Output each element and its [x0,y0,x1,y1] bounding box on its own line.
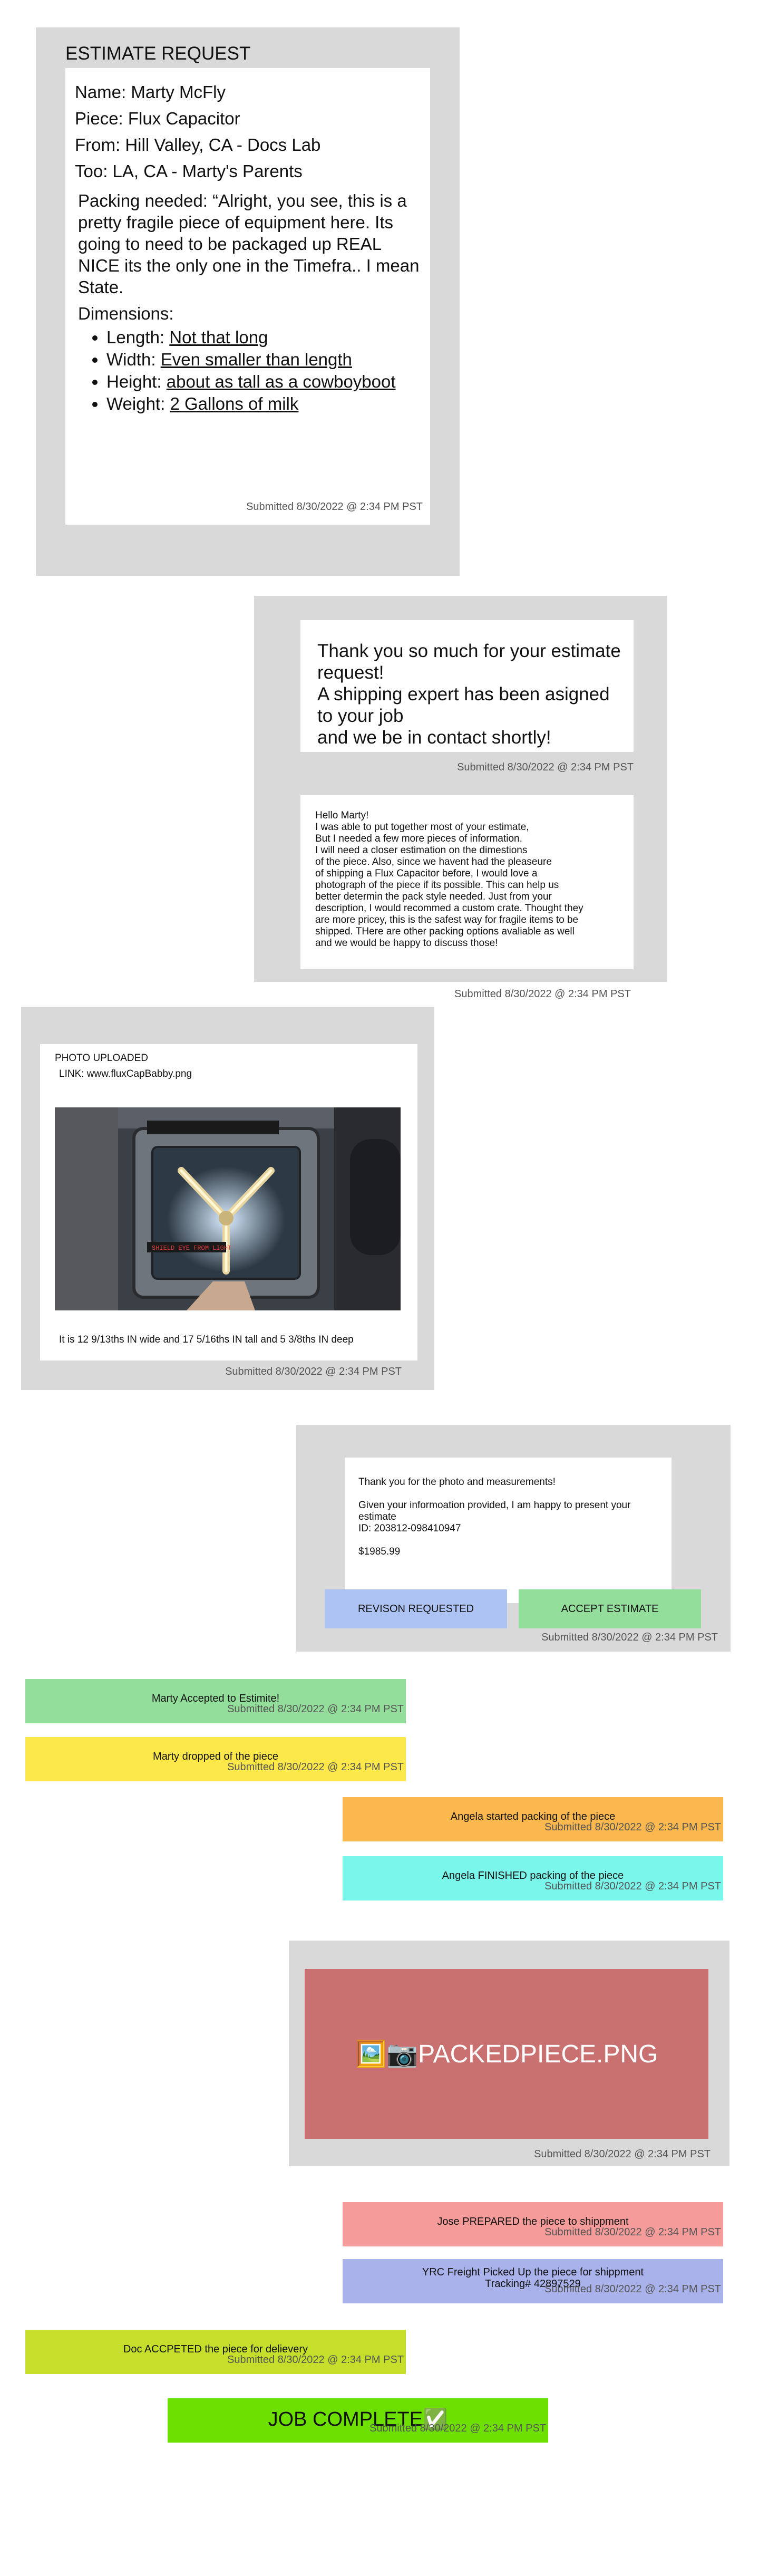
dimension-label: Length: [106,327,170,347]
destination-location: Too: LA, CA - Marty's Parents [75,161,303,181]
dimension-length: Length: Not that long [106,326,396,349]
dimension-width: Width: Even smaller than length [106,349,396,371]
timestamp: Submitted 8/30/2022 @ 2:34 PM PST [225,1366,402,1377]
packed-piece-card: 🖼️📷PACKEDPIECE.PNG Submitted 8/30/2022 @… [289,1941,729,2166]
photo-upload-body: PHOTO UPLOADED LINK: www.fluxCapBabby.pn… [40,1044,417,1361]
timestamp: Submitted 8/30/2022 @ 2:34 PM PST [227,2354,404,2366]
reply-card: Thank you so much for your estimate requ… [254,596,667,982]
packed-piece-filename: 🖼️📷PACKEDPIECE.PNG [355,2040,658,2068]
dimension-label: Width: [106,350,161,369]
dimension-value: Even smaller than length [160,350,352,369]
job-complete-banner: JOB COMPLETE✅ Submitted 8/30/2022 @ 2:34… [168,2398,548,2443]
dimensions-heading: Dimensions: [78,304,174,323]
dimension-label: Weight: [106,394,170,413]
dimension-weight: Weight: 2 Gallons of milk [106,393,396,415]
estimate-body: Thank you for the photo and measurements… [345,1458,672,1603]
estimate-card: Thank you for the photo and measurements… [296,1425,731,1652]
dimension-value: about as tall as a cowboyboot [166,372,396,391]
expert-message-box: Hello Marty! I was able to put together … [300,795,634,969]
timestamp: Submitted 8/30/2022 @ 2:34 PM PST [454,988,631,1000]
dimension-label: Height: [106,372,167,391]
status-banner: Marty Accepted to Estimite! Submitted 8/… [25,1679,406,1723]
estimate-request-body: Name: Marty McFly Piece: Flux Capacitor … [65,68,430,525]
piece-name: Piece: Flux Capacitor [75,109,240,128]
estimate-text: Thank you for the photo and measurements… [358,1477,664,1558]
timestamp: Submitted 8/30/2022 @ 2:34 PM PST [227,1703,404,1715]
origin-location: From: Hill Valley, CA - Docs Lab [75,135,321,155]
photo-link[interactable]: LINK: www.fluxCapBabby.png [59,1068,192,1080]
photo-upload-title: PHOTO UPLOADED [55,1053,149,1064]
estimate-request-card: ESTIMATE REQUEST Name: Marty McFly Piece… [36,27,460,576]
status-banner: YRC Freight Picked Up the piece for ship… [343,2259,723,2303]
status-banner: Doc ACCPETED the piece for delievery Sub… [25,2330,406,2374]
packing-needs-text: Packing needed: “Alright, you see, this … [78,191,420,297]
timestamp: Submitted 8/30/2022 @ 2:34 PM PST [369,2423,546,2434]
confirmation-message: Thank you so much for your estimate requ… [317,641,621,748]
timestamp: Submitted 8/30/2022 @ 2:34 PM PST [227,1761,404,1773]
estimate-amount: $1985.99 [358,1546,401,1557]
timestamp: Submitted 8/30/2022 @ 2:34 PM PST [544,1880,721,1892]
packed-piece-image: 🖼️📷PACKEDPIECE.PNG [305,1969,708,2139]
timestamp: Submitted 8/30/2022 @ 2:34 PM PST [541,1632,718,1643]
customer-name: Name: Marty McFly [75,82,226,102]
photo-illustration: SHIELD EYE FROM LIGHT [55,1107,401,1310]
photo-sign-text: SHIELD EYE FROM LIGHT [152,1244,231,1252]
dimension-height: Height: about as tall as a cowboyboot [106,371,396,393]
dimensions-list: Length: Not that long Width: Even smalle… [91,326,396,415]
estimate-intro: Given your informoation provided, I am h… [358,1500,631,1522]
timestamp: Submitted 8/30/2022 @ 2:34 PM PST [246,501,423,513]
flux-capacitor-photo: SHIELD EYE FROM LIGHT [55,1107,401,1310]
photo-upload-card: PHOTO UPLOADED LINK: www.fluxCapBabby.pn… [21,1007,434,1390]
timestamp: Submitted 8/30/2022 @ 2:34 PM PST [544,2283,721,2295]
timestamp: Submitted 8/30/2022 @ 2:34 PM PST [457,761,634,773]
status-banner: Angela started packing of the piece Subm… [343,1797,723,1841]
dimension-value: 2 Gallons of milk [170,394,299,413]
timestamp: Submitted 8/30/2022 @ 2:34 PM PST [544,2226,721,2238]
dimension-value: Not that long [169,327,268,347]
status-banner: Jose PREPARED the piece to shippment Sub… [343,2202,723,2246]
photo-caption: It is 12 9/13ths IN wide and 17 5/16ths … [59,1334,354,1345]
expert-message: Hello Marty! I was able to put together … [315,810,583,949]
confirmation-message-box: Thank you so much for your estimate requ… [300,620,634,752]
estimate-id: ID: 203812-098410947 [358,1523,461,1534]
timestamp: Submitted 8/30/2022 @ 2:34 PM PST [544,1821,721,1833]
estimate-thanks: Thank you for the photo and measurements… [358,1477,556,1488]
status-banner: Marty dropped of the piece Submitted 8/3… [25,1737,406,1781]
estimate-request-title: ESTIMATE REQUEST [65,43,251,64]
status-banner: Angela FINISHED packing of the piece Sub… [343,1856,723,1900]
revision-requested-button[interactable]: REVISON REQUESTED [325,1589,507,1628]
timestamp: Submitted 8/30/2022 @ 2:34 PM PST [534,2148,711,2160]
accept-estimate-button[interactable]: ACCEPT ESTIMATE [519,1589,701,1628]
